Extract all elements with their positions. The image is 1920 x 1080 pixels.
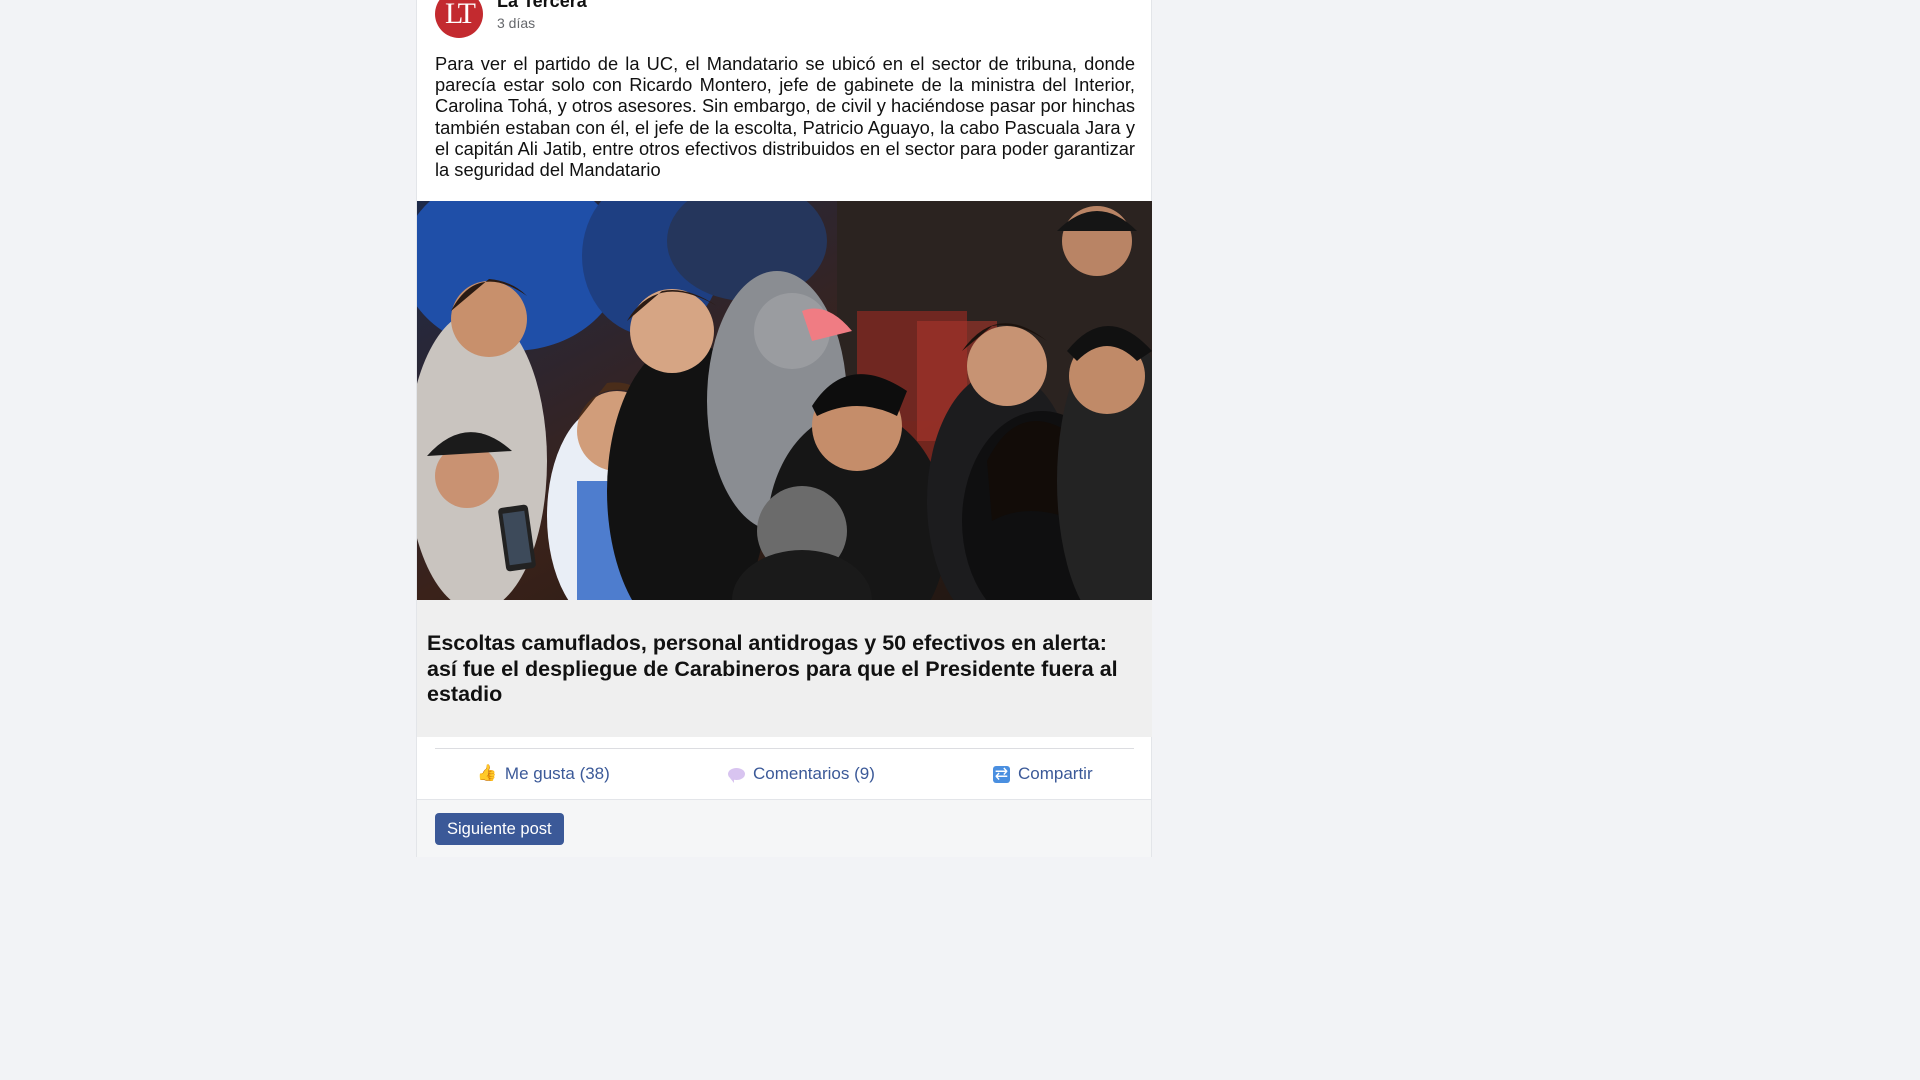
post-card: LT La Tercera 3 días Para ver el partido… — [416, 0, 1152, 857]
post-body: Para ver el partido de la UC, el Mandata… — [435, 53, 1135, 181]
share-arrows-icon: ⇄ — [993, 765, 1010, 783]
speech-bubble-icon — [728, 768, 745, 783]
comment-label: Comentarios (9) — [753, 764, 875, 783]
post-header-text: La Tercera 3 días — [497, 0, 587, 32]
post-photo[interactable] — [417, 201, 1152, 600]
avatar[interactable]: LT — [435, 0, 483, 38]
like-label: Me gusta (38) — [504, 764, 610, 783]
link-title[interactable]: Escoltas camuflados, personal antidrogas… — [427, 631, 1142, 708]
thumbs-up-icon: 👍 — [477, 765, 497, 782]
post-header: LT La Tercera 3 días — [435, 0, 587, 40]
like-button[interactable]: 👍 Me gusta (38) — [477, 764, 610, 784]
comment-button[interactable]: Comentarios (9) — [728, 764, 875, 784]
page-name[interactable]: La Tercera — [497, 0, 587, 11]
share-button[interactable]: ⇄ Compartir — [993, 764, 1093, 784]
actions-divider — [435, 748, 1134, 749]
share-label: Compartir — [1018, 764, 1093, 783]
post-footer: Siguiente post — [417, 799, 1151, 857]
post-time[interactable]: 3 días — [497, 14, 587, 32]
post-actions: 👍 Me gusta (38) Comentarios (9) ⇄ Compar… — [417, 750, 1152, 798]
crowd-photo-illustration — [417, 201, 1152, 600]
link-preview[interactable]: Escoltas camuflados, personal antidrogas… — [417, 600, 1152, 737]
next-post-button[interactable]: Siguiente post — [435, 813, 564, 845]
